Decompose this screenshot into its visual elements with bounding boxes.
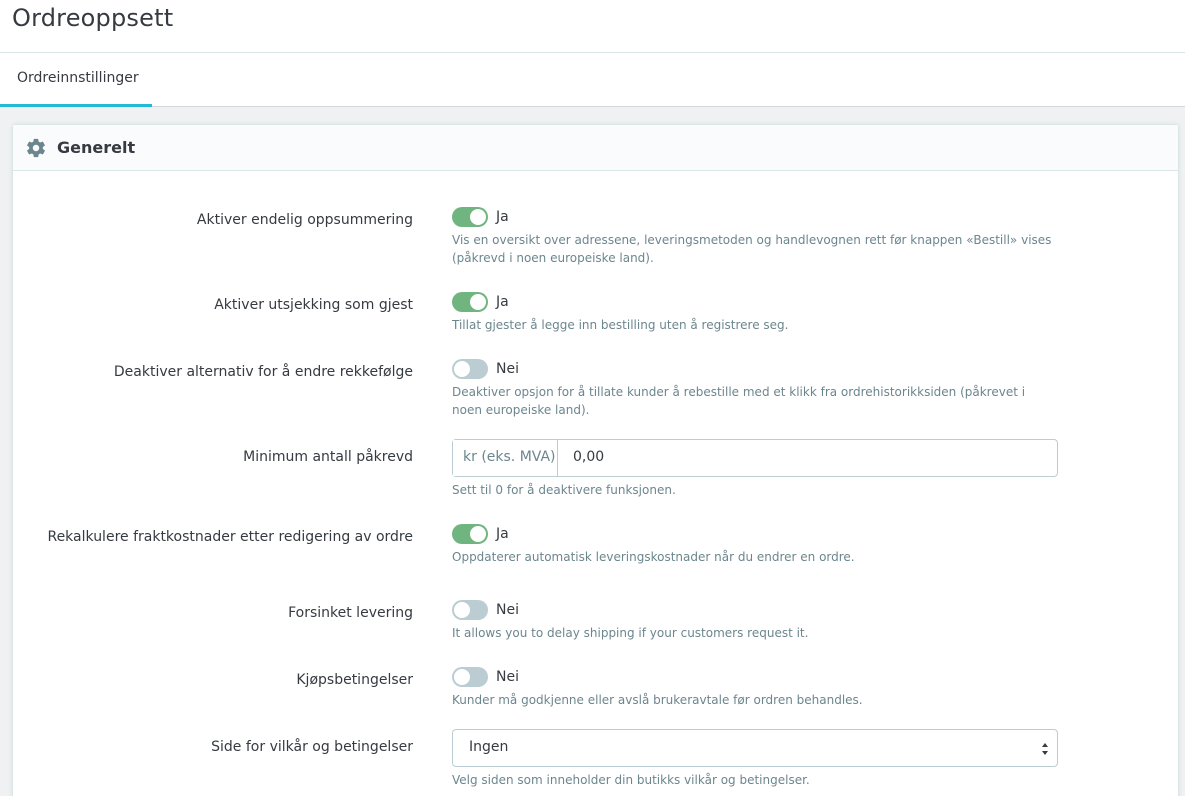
help-text: Vis en oversikt over adressene, levering… [452, 233, 1052, 265]
minimum-amount-input[interactable]: 0,00 [573, 449, 604, 465]
field-label: Rekalkulere fraktkostnader etter rediger… [47, 529, 413, 545]
field-label: Deaktiver alternativ for å endre rekkefø… [113, 364, 413, 380]
field-label: Side for vilkår og betingelser [211, 739, 413, 755]
select-value: Ingen [469, 739, 509, 755]
help-text: Sett til 0 for å deaktivere funksjonen. [452, 483, 676, 497]
settings-panel: Generelt Aktiver endelig oppsummering Ja… [12, 124, 1179, 796]
help-text: Deaktiver opsjon for å tillate kunder å … [452, 385, 1026, 417]
field-label: Aktiver endelig oppsummering [196, 212, 413, 228]
help-text: Velg siden som inneholder din butikks vi… [452, 773, 810, 787]
guest-checkout-toggle[interactable] [452, 292, 488, 312]
help-text: Kunder må godkjenne eller avslå brukerav… [452, 693, 863, 707]
switch-value: Nei [496, 361, 519, 377]
panel-title: Generelt [57, 138, 136, 157]
minimum-amount-input-group: kr (eks. MVA) 0,00 [452, 439, 1058, 477]
terms-toggle[interactable] [452, 667, 488, 687]
page-title: Ordreoppsett [12, 4, 174, 32]
recalculate-shipping-toggle[interactable] [452, 524, 488, 544]
switch-value: Nei [496, 602, 519, 618]
final-summary-toggle[interactable] [452, 207, 488, 227]
terms-page-select[interactable]: Ingen [452, 729, 1058, 767]
help-text: It allows you to delay shipping if your … [452, 626, 809, 640]
switch-value: Ja [496, 209, 509, 225]
help-text: Tillat gjester å legge inn bestilling ut… [452, 318, 789, 332]
currency-addon: kr (eks. MVA) [453, 440, 558, 476]
disable-reorder-toggle[interactable] [452, 359, 488, 379]
switch-value: Ja [496, 526, 509, 542]
delayed-shipping-toggle[interactable] [452, 600, 488, 620]
switch-value: Ja [496, 294, 509, 310]
tabs-bar: Ordreinnstillinger [0, 53, 1185, 107]
tab-ordreinnstillinger[interactable]: Ordreinnstillinger [0, 53, 152, 107]
switch-value: Nei [496, 669, 519, 685]
help-text: Oppdaterer automatisk leveringskostnader… [452, 550, 855, 564]
sort-arrows-icon [1042, 743, 1048, 755]
field-label: Kjøpsbetingelser [296, 672, 413, 688]
field-label: Minimum antall påkrevd [243, 449, 413, 465]
page-header: Ordreoppsett [0, 0, 1185, 53]
field-label: Forsinket levering [288, 605, 413, 621]
panel-header: Generelt [13, 125, 1178, 171]
gear-icon [27, 138, 45, 158]
field-label: Aktiver utsjekking som gjest [214, 297, 413, 313]
